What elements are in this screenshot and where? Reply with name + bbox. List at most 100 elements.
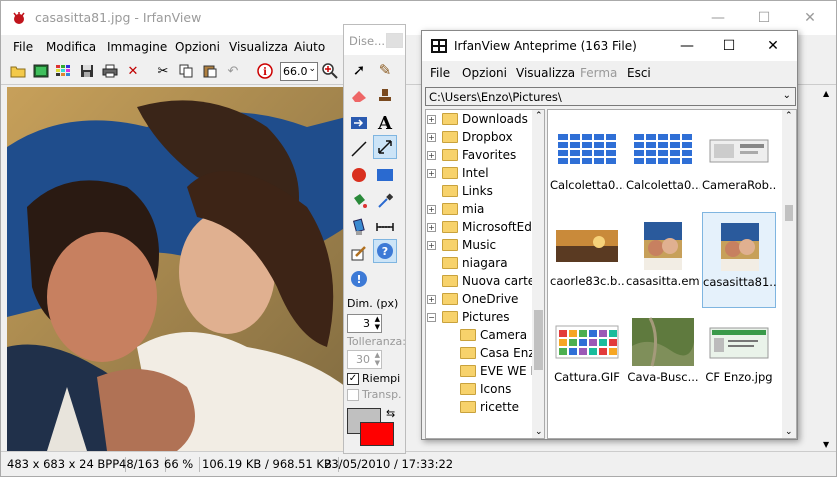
thumbs-menu-ferma[interactable]: Ferma xyxy=(580,66,617,80)
delete-icon[interactable]: ✕ xyxy=(124,62,142,80)
tree-item-label: Dropbox xyxy=(462,130,513,144)
status-filesize: 106.19 KB / 968.51 KB xyxy=(202,457,339,472)
expand-icon[interactable]: + xyxy=(427,151,436,160)
scroll-down-icon[interactable]: ▼ xyxy=(823,440,829,449)
transp-checkbox[interactable] xyxy=(347,389,359,401)
palette-close-button[interactable] xyxy=(386,33,403,48)
collapse-icon[interactable]: − xyxy=(427,313,436,322)
zoom-select[interactable]: 66.0 ⌄ xyxy=(280,62,318,81)
thumbnail-image xyxy=(706,316,772,368)
menu-opzioni[interactable]: Opzioni xyxy=(175,40,220,54)
thumbnail-item[interactable]: Cava-Busc... xyxy=(626,308,700,404)
brush-tool-icon[interactable] xyxy=(347,215,371,239)
folder-icon xyxy=(442,257,458,269)
dim-spinner[interactable]: 3 ▲ ▼ xyxy=(347,314,382,333)
tree-item-label: ricette xyxy=(480,400,520,414)
fill-tool-icon[interactable] xyxy=(347,189,371,213)
thumbnails-icon[interactable] xyxy=(54,62,72,80)
zoom-in-icon[interactable] xyxy=(321,62,339,80)
select-tool-icon[interactable]: ➚ xyxy=(347,58,371,82)
paste-icon[interactable] xyxy=(201,62,219,80)
thumbnail-item[interactable]: CF Enzo.jpg xyxy=(702,308,776,404)
folder-icon xyxy=(442,311,458,323)
thumbnail-item[interactable]: casasitta.emf xyxy=(626,212,700,308)
info-icon[interactable]: i xyxy=(256,62,274,80)
swap-colors-icon[interactable]: ⇆ xyxy=(386,407,395,420)
scroll-down-icon[interactable]: ⌄ xyxy=(785,427,793,437)
stamp-tool-icon[interactable] xyxy=(373,84,397,108)
thumbs-menu-visualizza[interactable]: Visualizza xyxy=(516,66,575,80)
expand-icon[interactable]: + xyxy=(427,205,436,214)
spinner-arrows-icon[interactable]: ▲ ▼ xyxy=(375,315,380,331)
thumbs-menu-opzioni[interactable]: Opzioni xyxy=(462,66,507,80)
menu-aiuto[interactable]: Aiuto xyxy=(294,40,325,54)
expand-icon[interactable]: + xyxy=(427,241,436,250)
background-color-swatch[interactable] xyxy=(360,422,394,446)
expand-icon[interactable]: + xyxy=(427,169,436,178)
thumbnail-grid: Calcoletta0... Calcoletta0... CameraRob...… xyxy=(547,109,797,439)
undo-icon[interactable]: ↶ xyxy=(224,62,242,80)
circle-tool-icon[interactable] xyxy=(347,163,371,187)
scroll-up-icon[interactable]: ⌃ xyxy=(785,111,793,121)
menu-visualizza[interactable]: Visualizza xyxy=(229,40,288,54)
edit-tool-icon[interactable] xyxy=(347,241,371,265)
eraser-tool-icon[interactable] xyxy=(347,84,371,108)
text-tool-icon[interactable]: A xyxy=(373,111,397,135)
scroll-up-icon[interactable]: ⌃ xyxy=(535,111,543,121)
grid-scrollbar[interactable]: ⌃ ⌄ xyxy=(782,110,796,438)
line-tool-icon[interactable] xyxy=(347,137,371,161)
minimize-button[interactable]: — xyxy=(695,6,741,32)
tree-scrollbar[interactable]: ⌃ ⌄ xyxy=(532,110,544,438)
menu-immagine[interactable]: Immagine xyxy=(107,40,167,54)
rectangle-tool-icon[interactable] xyxy=(373,163,397,187)
thumbs-maximize-button[interactable]: ☐ xyxy=(709,34,749,58)
scroll-up-icon[interactable]: ▲ xyxy=(823,89,829,98)
expand-icon[interactable]: + xyxy=(427,295,436,304)
scroll-down-icon[interactable]: ⌄ xyxy=(535,427,543,437)
pencil-tool-icon[interactable]: ✎ xyxy=(373,58,397,82)
cut-icon[interactable]: ✂ xyxy=(154,62,172,80)
expand-icon[interactable]: + xyxy=(427,223,436,232)
menu-modifica[interactable]: Modifica xyxy=(46,40,96,54)
tree-item-label: OneDrive xyxy=(462,292,519,306)
help-tool-icon[interactable]: ? xyxy=(373,239,397,263)
thumbs-close-button[interactable]: ✕ xyxy=(753,34,793,58)
thumbnail-item[interactable]: Calcoletta0... xyxy=(626,116,700,212)
thumbs-menu-file[interactable]: File xyxy=(430,66,450,80)
status-dimensions: 483 x 683 x 24 BPP xyxy=(7,457,127,472)
vertical-scrollbar[interactable]: ▲ ▼ xyxy=(818,87,836,451)
tree-scroll-thumb[interactable] xyxy=(534,310,543,370)
slideshow-icon[interactable] xyxy=(32,62,50,80)
thumbnail-item[interactable]: casasitta81... xyxy=(702,212,777,308)
save-icon[interactable] xyxy=(78,62,96,80)
thumbnail-item[interactable]: Cattura.GIF xyxy=(550,308,624,404)
close-button[interactable]: ✕ xyxy=(787,6,833,32)
copy-icon[interactable] xyxy=(177,62,195,80)
maximize-button[interactable]: ☐ xyxy=(741,6,787,32)
thumbnail-image xyxy=(630,220,696,272)
thumbs-menu-esci[interactable]: Esci xyxy=(627,66,651,80)
expand-icon[interactable]: + xyxy=(427,133,436,142)
status-date: 23/05/2010 / 17:33:22 xyxy=(324,457,454,471)
thumbs-minimize-button[interactable]: — xyxy=(667,34,707,58)
path-combobox[interactable]: C:\Users\Enzo\Pictures\ ⌄ xyxy=(425,87,796,106)
arrow-tool-icon[interactable] xyxy=(347,111,371,135)
measure-tool-icon[interactable] xyxy=(373,215,397,239)
chevron-down-icon[interactable]: ⌄ xyxy=(783,90,791,101)
diagonal-arrow-tool-icon[interactable] xyxy=(373,135,397,159)
info-tool-icon[interactable]: ! xyxy=(347,267,371,291)
thumbnail-item[interactable]: CameraRob... xyxy=(702,116,776,212)
thumbnail-item[interactable]: caorle83c.b... xyxy=(550,212,624,308)
tolerance-spinner[interactable]: 30 ▲ ▼ xyxy=(347,350,382,369)
thumbnail-caption: Cattura.GIF xyxy=(554,370,620,384)
fill-checkbox[interactable]: ✓ xyxy=(347,373,359,385)
spinner-arrows-icon[interactable]: ▲ ▼ xyxy=(375,351,380,367)
image-view[interactable] xyxy=(7,87,346,451)
eyedropper-tool-icon[interactable] xyxy=(373,189,397,213)
print-icon[interactable] xyxy=(101,62,119,80)
menu-file[interactable]: File xyxy=(13,40,33,54)
expand-icon[interactable]: + xyxy=(427,115,436,124)
open-icon[interactable] xyxy=(9,62,27,80)
thumbnail-item[interactable]: Calcoletta0... xyxy=(550,116,624,212)
grid-scroll-thumb[interactable] xyxy=(785,205,793,221)
